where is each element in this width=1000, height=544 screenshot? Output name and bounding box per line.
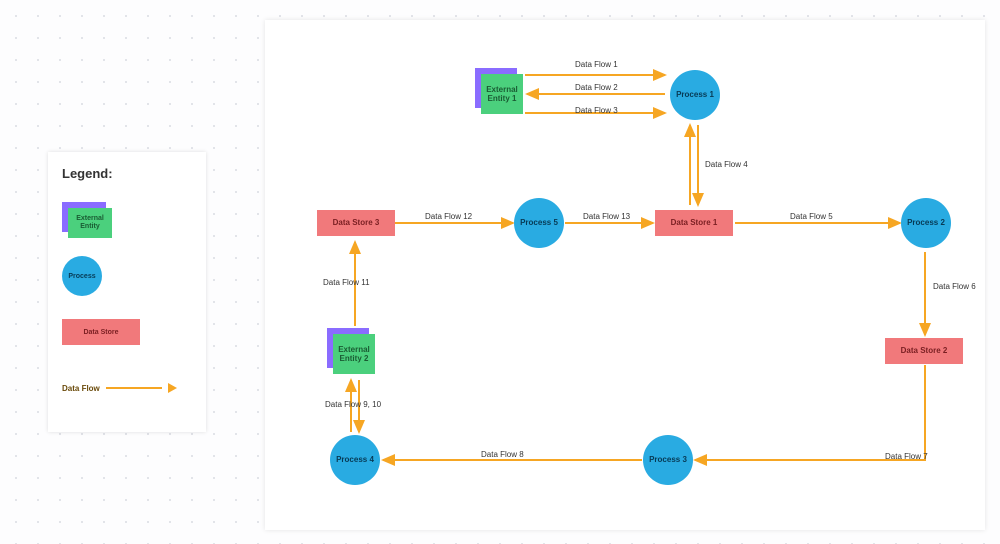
label-flow-4: Data Flow 4 bbox=[705, 160, 748, 169]
label-flow-8: Data Flow 8 bbox=[481, 450, 524, 459]
label-flow-1: Data Flow 1 bbox=[575, 60, 618, 69]
label-flow-3: Data Flow 3 bbox=[575, 106, 618, 115]
diagram-canvas[interactable]: Data Flow 1 Data Flow 2 Data Flow 3 Data… bbox=[265, 20, 985, 530]
legend-flow-icon: Data Flow bbox=[62, 383, 177, 393]
legend-entity-label: External Entity bbox=[68, 208, 112, 238]
node-process-4[interactable]: Process 4 bbox=[330, 435, 380, 485]
legend-process-row: Process bbox=[62, 251, 192, 301]
node-data-store-3[interactable]: Data Store 3 bbox=[317, 210, 395, 236]
legend-entity-row: External Entity bbox=[62, 195, 192, 245]
node-process-3[interactable]: Process 3 bbox=[643, 435, 693, 485]
label-flow-13: Data Flow 13 bbox=[583, 212, 630, 221]
legend-panel: Legend: External Entity Process Data Sto… bbox=[48, 152, 206, 432]
label-flow-11: Data Flow 11 bbox=[323, 278, 370, 287]
label-flow-5: Data Flow 5 bbox=[790, 212, 833, 221]
node-process-1[interactable]: Process 1 bbox=[670, 70, 720, 120]
node-data-store-1[interactable]: Data Store 1 bbox=[655, 210, 733, 236]
legend-title: Legend: bbox=[62, 166, 192, 181]
node-external-entity-1[interactable]: External Entity 1 bbox=[475, 68, 523, 116]
label-flow-12: Data Flow 12 bbox=[425, 212, 472, 221]
legend-store-row: Data Store bbox=[62, 307, 192, 357]
label-flow-2: Data Flow 2 bbox=[575, 83, 618, 92]
legend-store-icon: Data Store bbox=[62, 319, 140, 345]
legend-flow-row: Data Flow bbox=[62, 363, 192, 413]
legend-flow-label: Data Flow bbox=[62, 384, 100, 393]
node-external-entity-2[interactable]: External Entity 2 bbox=[327, 328, 375, 376]
node-data-store-2[interactable]: Data Store 2 bbox=[885, 338, 963, 364]
label-flow-7: Data Flow 7 bbox=[885, 452, 928, 461]
legend-process-icon: Process bbox=[62, 256, 102, 296]
legend-entity-icon: External Entity bbox=[62, 202, 114, 238]
label-flow-6: Data Flow 6 bbox=[933, 282, 976, 291]
label-flow-9-10: Data Flow 9, 10 bbox=[325, 400, 381, 409]
node-process-5[interactable]: Process 5 bbox=[514, 198, 564, 248]
node-process-2[interactable]: Process 2 bbox=[901, 198, 951, 248]
